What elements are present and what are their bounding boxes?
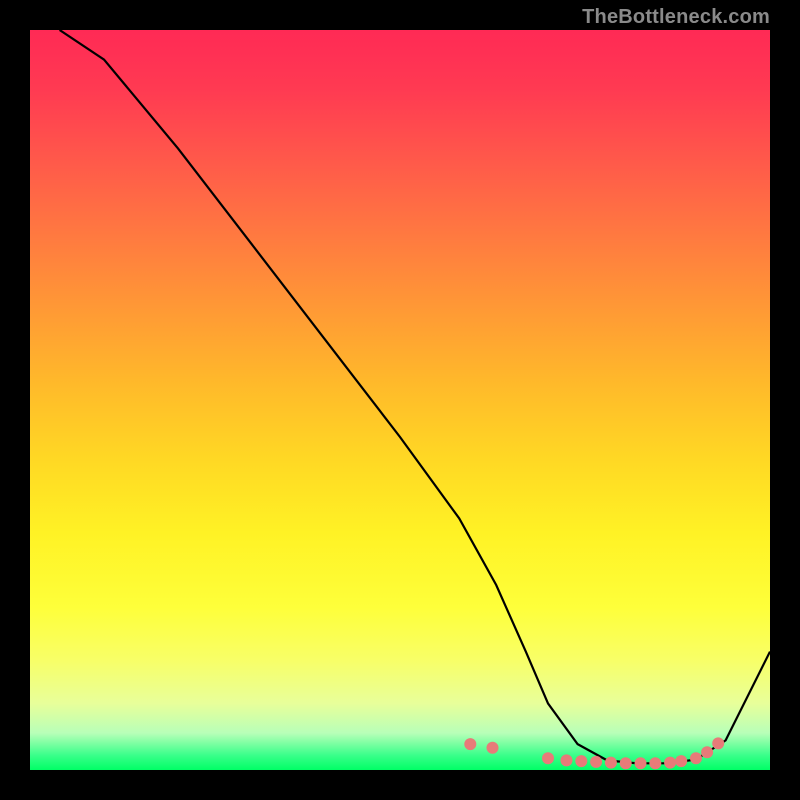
- watermark-text: TheBottleneck.com: [582, 6, 770, 29]
- curve-line: [60, 30, 770, 763]
- data-dot: [712, 737, 724, 749]
- data-dot: [620, 757, 632, 769]
- data-dot: [649, 757, 661, 769]
- data-dot: [575, 755, 587, 767]
- chart-svg: [30, 30, 770, 770]
- data-dot: [464, 738, 476, 750]
- data-dot: [487, 742, 499, 754]
- data-dot: [675, 755, 687, 767]
- data-dot: [701, 746, 713, 758]
- plot-area: [30, 30, 770, 770]
- data-dot: [635, 757, 647, 769]
- data-dot: [664, 757, 676, 769]
- chart-container: TheBottleneck.com: [0, 0, 800, 800]
- data-dot: [590, 756, 602, 768]
- data-dot: [561, 754, 573, 766]
- data-dot: [605, 757, 617, 769]
- data-dot: [542, 752, 554, 764]
- data-dot: [690, 752, 702, 764]
